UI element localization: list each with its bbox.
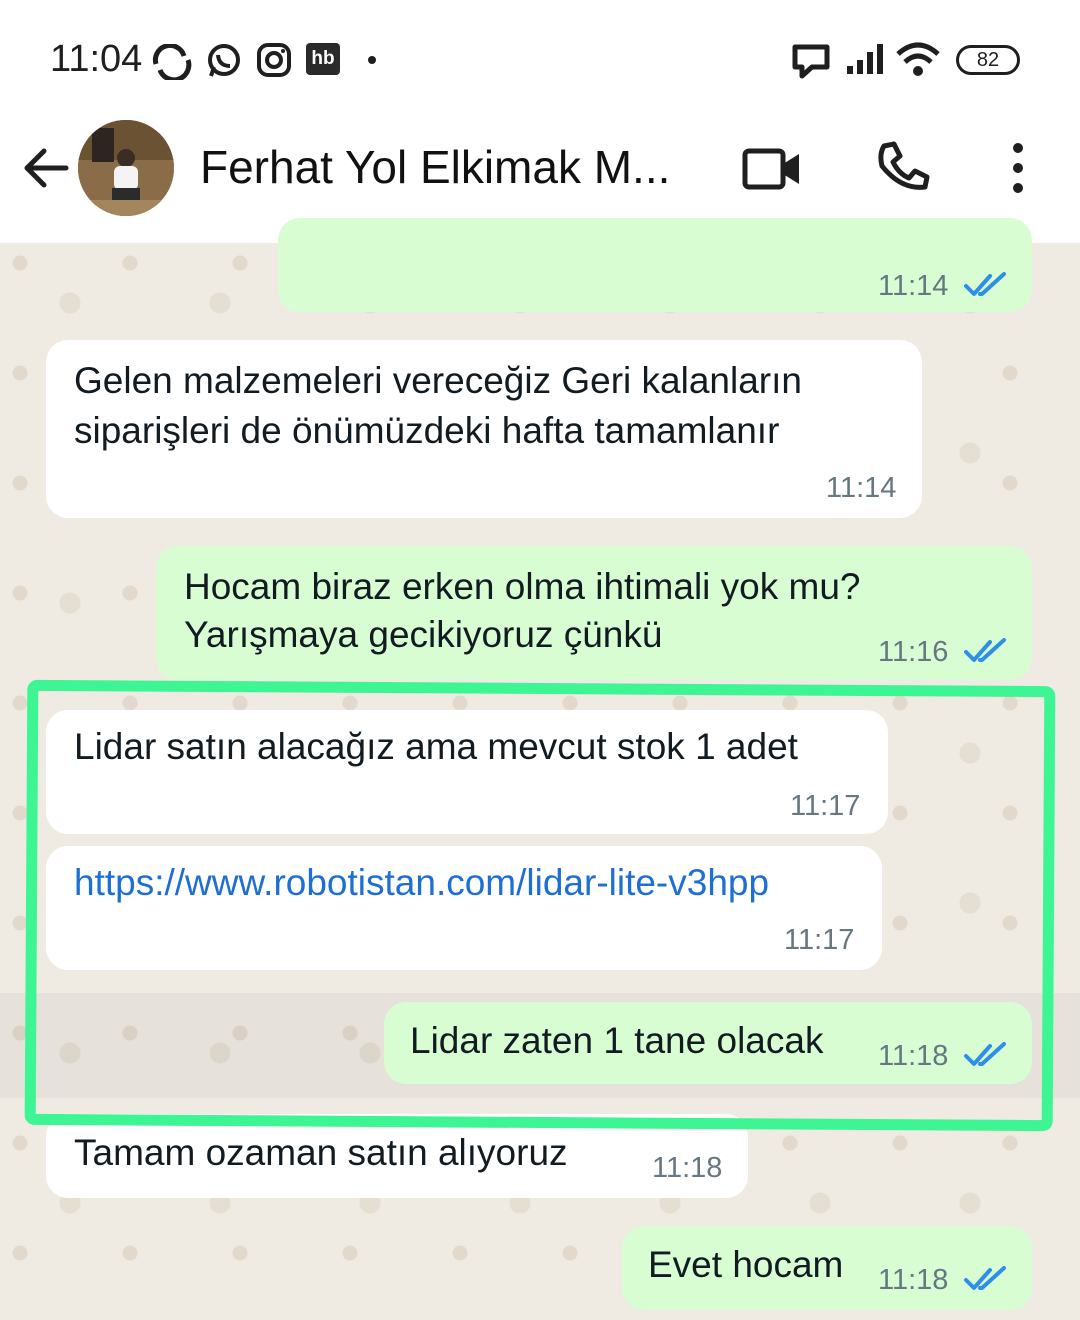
- read-ticks-icon: [964, 1266, 1006, 1290]
- message-bubble-incoming[interactable]: Gelen malzemeleri vereceğiz Geri kalanla…: [46, 340, 922, 518]
- message-text: Lidar zaten 1 tane olacak: [410, 1020, 824, 1061]
- video-call-icon[interactable]: [742, 146, 802, 192]
- message-bubble-incoming[interactable]: Tamam ozaman satın alıyoruz 11:18: [46, 1114, 748, 1198]
- hb-app-icon: hb: [306, 43, 340, 75]
- message-text-line: Gelen malzemeleri vereceğiz Geri kalanla…: [74, 360, 802, 401]
- message-time: 11:18: [878, 1040, 949, 1072]
- read-ticks-icon: [964, 272, 1006, 296]
- avatar-photo: [78, 120, 174, 216]
- wifi-icon: [896, 42, 940, 76]
- more-vert-icon[interactable]: [1006, 142, 1030, 194]
- message-time: 11:18: [652, 1152, 723, 1184]
- message-bubble-outgoing[interactable]: Evet hocam 11:18: [622, 1226, 1032, 1310]
- whatsapp-icon: [208, 44, 240, 77]
- cloud-sync-icon: [152, 44, 192, 80]
- message-bubble-outgoing[interactable]: Lidar zaten 1 tane olacak 11:18: [384, 1002, 1032, 1084]
- message-bubble-incoming[interactable]: Lidar satın alacağız ama mevcut stok 1 a…: [46, 710, 888, 834]
- message-time: 11:14: [878, 270, 949, 302]
- battery-icon: 82: [956, 45, 1020, 75]
- message-bubble-outgoing[interactable]: Hocam biraz erken olma ihtimali yok mu? …: [156, 546, 1032, 680]
- chat-icon: [792, 44, 830, 79]
- message-text-line: Yarışmaya gecikiyoruz çünkü: [184, 614, 663, 655]
- message-text-line: siparişleri de önümüzdeki hafta tamamlan…: [74, 410, 780, 451]
- status-time: 11:04: [50, 38, 143, 80]
- message-text-line: Hocam biraz erken olma ihtimali yok mu?: [184, 566, 861, 607]
- status-bar: 11:04 hb 82: [0, 0, 1080, 110]
- signal-icon: [847, 44, 883, 74]
- message-time: 11:16: [878, 636, 949, 668]
- message-text: Evet hocam: [648, 1244, 844, 1285]
- message-bubble-outgoing[interactable]: 11:14: [278, 218, 1032, 312]
- message-text: Lidar satın alacağız ama mevcut stok 1 a…: [74, 726, 798, 767]
- message-time: 11:14: [826, 472, 897, 504]
- phone-call-icon[interactable]: [876, 140, 930, 194]
- dot-icon: [368, 56, 376, 64]
- avatar[interactable]: [78, 120, 174, 216]
- read-ticks-icon: [964, 1042, 1006, 1066]
- message-time: 11:17: [784, 924, 855, 956]
- message-time: 11:17: [790, 790, 861, 822]
- back-arrow-icon[interactable]: [20, 142, 72, 194]
- instagram-icon: [257, 43, 291, 77]
- message-time: 11:18: [878, 1264, 949, 1296]
- message-link[interactable]: https://www.robotistan.com/lidar-lite-v3…: [74, 858, 769, 908]
- read-ticks-icon: [964, 638, 1006, 662]
- message-text: Tamam ozaman satın alıyoruz: [74, 1132, 568, 1173]
- contact-name[interactable]: Ferhat Yol Elkimak M...: [200, 140, 700, 194]
- message-bubble-incoming[interactable]: https://www.robotistan.com/lidar-lite-v3…: [46, 846, 882, 970]
